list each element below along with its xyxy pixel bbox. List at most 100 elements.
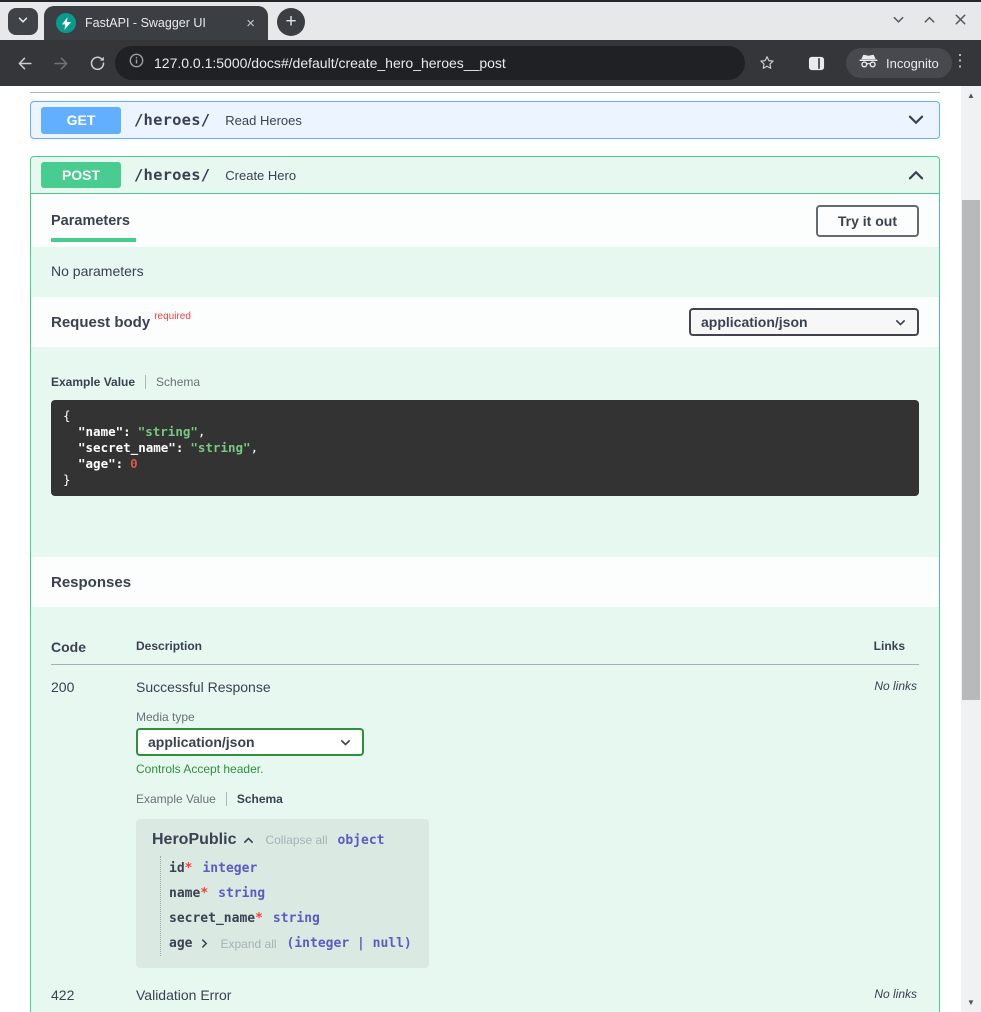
- json-key: "secret_name":: [78, 440, 183, 455]
- response-media-type-value: application/json: [148, 734, 255, 750]
- method-badge-get: GET: [41, 107, 121, 134]
- request-media-type-value: application/json: [701, 314, 808, 330]
- tab-example-value[interactable]: Example Value: [51, 375, 135, 389]
- json-string-value: "string": [190, 440, 250, 455]
- fastapi-favicon-icon: [56, 13, 76, 33]
- responses-title: Responses: [51, 574, 131, 591]
- new-tab-button[interactable]: +: [277, 8, 305, 36]
- response-code: 422: [51, 987, 136, 1003]
- model-type: object: [338, 833, 385, 848]
- chevron-up-icon[interactable]: [905, 164, 927, 186]
- section-divider: [30, 92, 940, 93]
- chevron-down-icon[interactable]: [905, 109, 927, 131]
- column-description: Description: [136, 639, 809, 653]
- opblock-post-heroes: POST /heroes/ Create Hero Parameters Try…: [30, 156, 940, 1012]
- model-name: HeroPublic: [152, 831, 236, 849]
- model-properties: id* integer name* string secret_name* st…: [160, 856, 413, 956]
- required-star: *: [185, 861, 193, 876]
- url-text: 127.0.0.1:5000/docs#/default/create_hero…: [154, 55, 506, 71]
- chevron-right-icon[interactable]: [199, 938, 210, 949]
- model-title-row[interactable]: HeroPublic Collapse all object: [152, 831, 413, 849]
- side-panel-icon[interactable]: [806, 53, 826, 73]
- forward-button[interactable]: [51, 53, 71, 73]
- browser-toolbar: 127.0.0.1:5000/docs#/default/create_hero…: [0, 40, 981, 86]
- tab-title: FastAPI - Swagger UI: [85, 16, 241, 30]
- incognito-label: Incognito: [886, 56, 939, 71]
- required-label: required: [154, 311, 191, 322]
- bookmark-star-icon[interactable]: [757, 53, 777, 73]
- scrollbar-thumb[interactable]: [962, 200, 980, 700]
- required-star: *: [200, 886, 208, 901]
- browser-tab[interactable]: FastAPI - Swagger UI ×: [44, 6, 268, 40]
- schema-property-name: name* string: [169, 881, 413, 906]
- opblock-get-header[interactable]: GET /heroes/ Read Heroes: [31, 102, 939, 138]
- swagger-page: GET /heroes/ Read Heroes POST /heroes/ C…: [0, 86, 981, 1012]
- tab-schema[interactable]: Schema: [237, 792, 283, 806]
- response-code: 200: [51, 679, 136, 695]
- required-star: *: [255, 911, 263, 926]
- endpoint-summary: Create Hero: [225, 168, 296, 183]
- example-schema-tabs: Example Value Schema: [51, 375, 919, 389]
- request-media-type-select[interactable]: application/json: [689, 308, 919, 336]
- browser-window: FastAPI - Swagger UI × + 127.0.0.1:5000/…: [0, 0, 981, 1012]
- response-row-422: 422 Validation Error No links: [51, 987, 919, 1003]
- endpoint-path: /heroes/: [134, 111, 210, 129]
- tab-separator: [226, 792, 227, 806]
- response-description: Successful Response: [136, 679, 809, 695]
- parameters-title: Parameters: [51, 213, 130, 229]
- request-body-title: Request body: [51, 314, 150, 331]
- schema-property-id: id* integer: [169, 856, 413, 881]
- table-header-divider: [51, 664, 919, 665]
- back-button[interactable]: [14, 53, 34, 73]
- accept-header-note: Controls Accept header.: [136, 762, 809, 776]
- json-string-value: "string": [138, 424, 198, 439]
- window-minimize-button[interactable]: [889, 10, 907, 28]
- chevron-down-icon: [894, 316, 907, 329]
- endpoint-summary: Read Heroes: [225, 113, 302, 128]
- json-number-value: 0: [130, 456, 138, 471]
- responses-table-header: Code Description Links: [51, 639, 919, 655]
- try-it-out-button[interactable]: Try it out: [816, 205, 919, 237]
- opblock-get-heroes: GET /heroes/ Read Heroes: [30, 101, 940, 139]
- opblock-post-header[interactable]: POST /heroes/ Create Hero: [31, 157, 939, 194]
- chevron-up-icon[interactable]: [242, 834, 255, 847]
- scroll-up-icon[interactable]: ▲: [961, 91, 981, 100]
- tab-schema[interactable]: Schema: [156, 375, 200, 389]
- address-bar[interactable]: 127.0.0.1:5000/docs#/default/create_hero…: [115, 46, 745, 80]
- schema-property-secret-name: secret_name* string: [169, 906, 413, 931]
- window-controls: [889, 10, 969, 28]
- chevron-down-icon: [16, 13, 30, 30]
- schema-model-box: HeroPublic Collapse all object id* integ…: [136, 819, 429, 968]
- request-body-content: Example Value Schema { "name":"string", …: [31, 347, 939, 496]
- method-badge-post: POST: [41, 162, 121, 188]
- request-body-section-header: Request body required application/json: [31, 297, 939, 347]
- window-close-button[interactable]: [951, 10, 969, 28]
- browser-menu-icon[interactable]: ⋮: [951, 51, 969, 71]
- schema-property-age: age Expand all (integer | null): [169, 931, 413, 956]
- collapse-all-link[interactable]: Collapse all: [265, 833, 327, 847]
- vertical-scrollbar[interactable]: ▲ ▼: [961, 86, 981, 1012]
- media-type-label: Media type: [136, 710, 809, 724]
- example-schema-tabs: Example Value Schema: [136, 792, 809, 806]
- column-code: Code: [51, 639, 136, 655]
- response-links: No links: [809, 679, 919, 693]
- expand-all-link[interactable]: Expand all: [220, 937, 276, 951]
- tab-example-value[interactable]: Example Value: [136, 792, 216, 806]
- response-links: No links: [809, 987, 919, 1001]
- incognito-icon: [859, 54, 878, 73]
- chevron-down-icon: [339, 736, 352, 749]
- no-parameters-message: No parameters: [31, 247, 939, 297]
- response-row-200: 200 Successful Response Media type appli…: [51, 679, 919, 968]
- incognito-badge: Incognito: [846, 48, 952, 78]
- window-maximize-button[interactable]: [920, 10, 938, 28]
- example-code-block: { "name":"string", "secret_name":"string…: [51, 400, 919, 496]
- responses-section-header: Responses: [31, 557, 939, 607]
- tab-separator: [145, 375, 146, 389]
- window-top-border: [0, 0, 981, 2]
- reload-button[interactable]: [87, 53, 107, 73]
- tab-close-icon[interactable]: ×: [241, 14, 260, 33]
- response-media-type-select[interactable]: application/json: [136, 728, 364, 756]
- scroll-down-icon[interactable]: ▼: [961, 998, 981, 1007]
- tab-search-button[interactable]: [8, 8, 38, 35]
- site-info-icon[interactable]: [129, 53, 144, 73]
